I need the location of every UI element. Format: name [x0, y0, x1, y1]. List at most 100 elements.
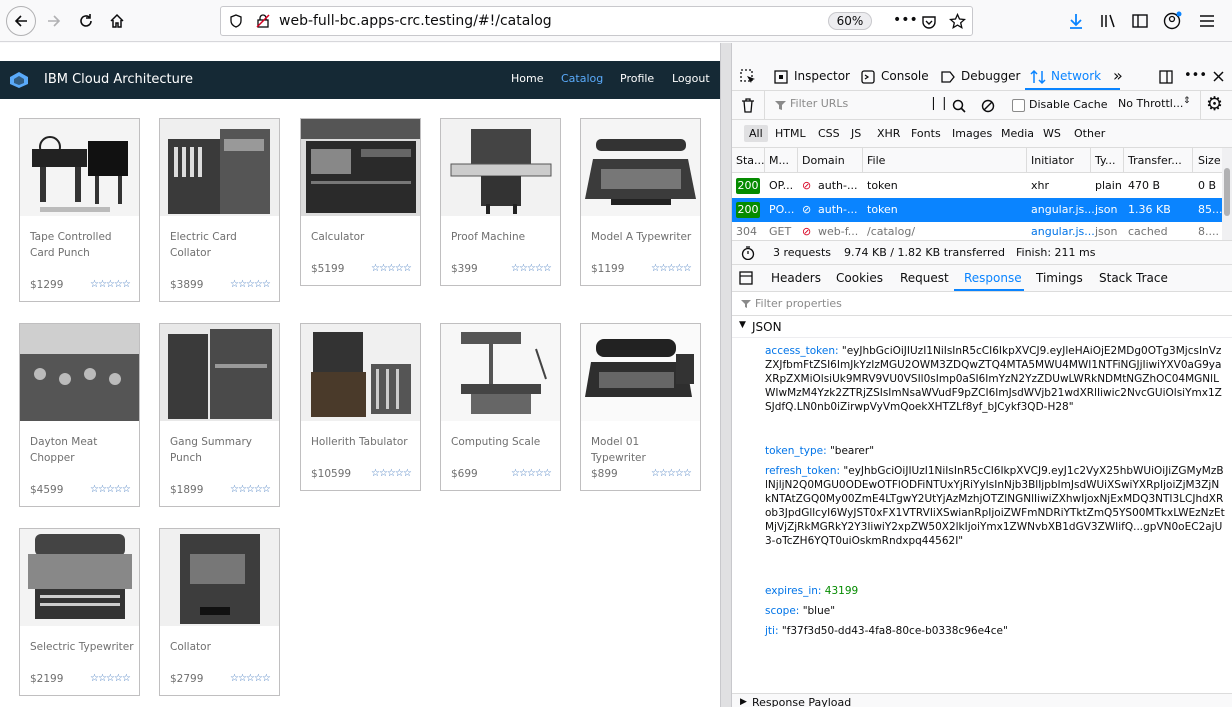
filter-html[interactable]: HTML [775, 127, 806, 140]
expand-arrow-icon[interactable]: ▶ [740, 697, 747, 707]
dock-side-icon[interactable] [1158, 69, 1174, 85]
filter-all[interactable]: All [744, 125, 768, 142]
catalog-card[interactable]: Calculator $5199 ☆☆☆☆☆ [300, 118, 421, 286]
rating-stars[interactable]: ☆☆☆☆☆ [90, 673, 131, 684]
product-image[interactable] [441, 324, 560, 421]
response-payload-section[interactable]: ▶ Response Payload [732, 693, 1232, 707]
shield-icon[interactable] [229, 14, 243, 28]
product-image[interactable] [581, 119, 700, 216]
json-row-jti[interactable]: jti: "f37f3d50-dd43-4fa8-80ce-b0338c96e4… [765, 624, 1225, 638]
trash-icon[interactable] [741, 98, 755, 113]
rating-stars[interactable]: ☆☆☆☆☆ [511, 468, 552, 479]
product-name[interactable]: Electric Card Collator [170, 229, 274, 261]
rating-stars[interactable]: ☆☆☆☆☆ [511, 263, 552, 274]
col-file[interactable]: File [867, 154, 885, 167]
devtools-splitter[interactable] [720, 43, 732, 707]
tab-response[interactable]: Response [964, 271, 1022, 285]
filter-properties-input[interactable]: Filter properties [755, 297, 842, 310]
json-row-token-type[interactable]: token_type: "bearer" [765, 444, 1225, 458]
tab-headers[interactable]: Headers [771, 271, 821, 285]
request-row-selected[interactable]: 200 PO... ⊘ auth-... token angular.js...… [732, 198, 1223, 222]
filter-media[interactable]: Media [1001, 127, 1034, 140]
col-initiator[interactable]: Initiator [1031, 154, 1074, 167]
search-icon[interactable] [952, 99, 966, 113]
col-transferred[interactable]: Transfer... [1128, 154, 1182, 167]
request-row[interactable]: 304 GET ⊘ web-f... /catalog/ angular.js.… [732, 222, 1222, 240]
product-name[interactable]: Model 01 Typewriter [591, 434, 695, 466]
rating-stars[interactable]: ☆☆☆☆☆ [651, 263, 692, 274]
catalog-card[interactable]: Hollerith Tabulator $10599 ☆☆☆☆☆ [300, 323, 421, 491]
product-name[interactable]: Proof Machine [451, 229, 555, 245]
product-image[interactable] [301, 324, 420, 421]
block-icon[interactable] [981, 99, 995, 113]
menu-icon[interactable] [1198, 12, 1216, 30]
json-section-header[interactable]: ▼ JSON [732, 316, 1232, 338]
tab-timings[interactable]: Timings [1036, 271, 1083, 285]
rating-stars[interactable]: ☆☆☆☆☆ [371, 468, 412, 479]
json-row-scope[interactable]: scope: "blue" [765, 604, 1225, 618]
collapse-arrow-icon[interactable]: ▼ [739, 320, 746, 330]
product-image[interactable] [441, 119, 560, 216]
col-size[interactable]: Size [1198, 154, 1221, 167]
rating-stars[interactable]: ☆☆☆☆☆ [371, 263, 412, 274]
product-image[interactable] [301, 119, 420, 216]
tab-stack-trace[interactable]: Stack Trace [1099, 271, 1168, 285]
reload-button[interactable] [72, 7, 100, 35]
product-name[interactable]: Model A Typewriter [591, 229, 695, 245]
product-image[interactable] [160, 324, 279, 421]
product-image[interactable] [160, 119, 279, 216]
rating-stars[interactable]: ☆☆☆☆☆ [230, 673, 271, 684]
settings-gear-icon[interactable]: ⚙ [1206, 93, 1223, 115]
catalog-card[interactable]: Electric Card Collator $3899 ☆☆☆☆☆ [159, 118, 280, 302]
rating-stars[interactable]: ☆☆☆☆☆ [90, 484, 131, 495]
catalog-card[interactable]: Model 01 Typewriter $899 ☆☆☆☆☆ [580, 323, 701, 491]
filter-urls-input[interactable]: Filter URLs [790, 97, 848, 110]
account-icon[interactable] [1163, 11, 1183, 31]
product-image[interactable] [160, 529, 279, 626]
throttling-select[interactable]: No Throttl... [1118, 97, 1183, 110]
product-name[interactable]: Selectric Typewriter [30, 639, 134, 655]
rating-stars[interactable]: ☆☆☆☆☆ [230, 279, 271, 290]
catalog-card[interactable]: Gang Summary Punch $1899 ☆☆☆☆☆ [159, 323, 280, 507]
tab-inspector[interactable]: Inspector [794, 69, 850, 83]
filter-fonts[interactable]: Fonts [911, 127, 941, 140]
bookmark-star-icon[interactable] [949, 13, 966, 30]
product-image[interactable] [20, 529, 139, 626]
product-image[interactable] [581, 324, 700, 421]
rating-stars[interactable]: ☆☆☆☆☆ [230, 484, 271, 495]
product-name[interactable]: Computing Scale [451, 434, 555, 450]
catalog-card[interactable]: Selectric Typewriter $2199 ☆☆☆☆☆ [19, 528, 140, 696]
close-devtools-icon[interactable] [1212, 70, 1225, 83]
catalog-card[interactable]: Tape Controlled Card Punch $1299 ☆☆☆☆☆ [19, 118, 140, 302]
catalog-card[interactable]: Collator $2799 ☆☆☆☆☆ [159, 528, 280, 696]
library-icon[interactable] [1099, 12, 1117, 30]
back-button[interactable] [6, 6, 36, 36]
filter-images[interactable]: Images [952, 127, 992, 140]
catalog-card[interactable]: Model A Typewriter $1199 ☆☆☆☆☆ [580, 118, 701, 286]
downloads-icon[interactable] [1067, 12, 1085, 30]
nav-profile-link[interactable]: Profile [620, 72, 654, 85]
tab-request[interactable]: Request [900, 271, 949, 285]
filter-properties[interactable]: Filter properties [732, 292, 1232, 316]
filter-other[interactable]: Other [1074, 127, 1105, 140]
catalog-card[interactable]: Proof Machine $399 ☆☆☆☆☆ [440, 118, 561, 286]
product-image[interactable] [20, 324, 139, 421]
filter-js[interactable]: JS [851, 127, 861, 140]
col-domain[interactable]: Domain [802, 154, 845, 167]
pause-icon[interactable]: ❘❘ [928, 96, 950, 111]
nav-home-link[interactable]: Home [511, 72, 543, 85]
url-text[interactable]: web-full-bc.apps-crc.testing/#!/catalog [279, 13, 552, 29]
nav-catalog-link[interactable]: Catalog [561, 72, 603, 85]
json-row-expires-in[interactable]: expires_in: 43199 [765, 584, 1225, 598]
requests-scrollbar[interactable] [1222, 148, 1232, 240]
catalog-card[interactable]: Computing Scale $699 ☆☆☆☆☆ [440, 323, 561, 491]
product-name[interactable]: Calculator [311, 229, 415, 245]
tab-debugger[interactable]: Debugger [961, 69, 1020, 83]
toggle-sidebar-icon[interactable] [739, 271, 753, 285]
product-name[interactable]: Tape Controlled Card Punch [30, 229, 134, 261]
product-name[interactable]: Hollerith Tabulator [311, 434, 415, 450]
filter-css[interactable]: CSS [818, 127, 840, 140]
tab-cookies[interactable]: Cookies [836, 271, 883, 285]
col-status[interactable]: Sta... [736, 154, 765, 167]
tab-network[interactable]: Network [1051, 69, 1101, 83]
